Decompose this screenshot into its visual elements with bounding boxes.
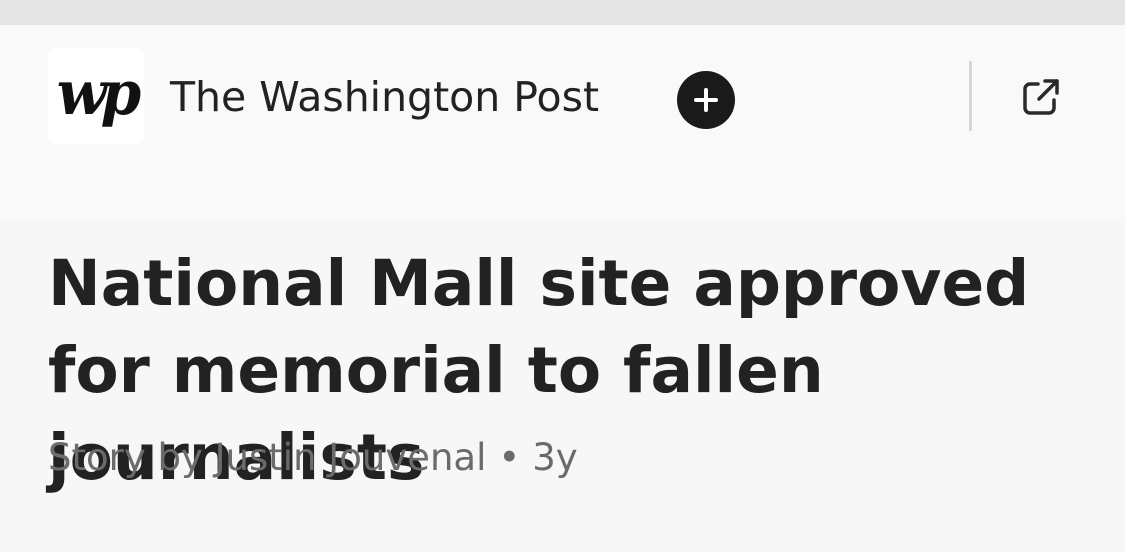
- byline-age: 3y: [532, 436, 578, 479]
- plus-icon: [694, 88, 718, 112]
- header-divider: [969, 61, 972, 131]
- publisher-logo[interactable]: wp: [48, 48, 144, 144]
- byline-author: Story by Justin Jouvenal: [48, 436, 487, 479]
- open-in-browser-button[interactable]: [1014, 72, 1066, 124]
- top-strip: [0, 0, 1125, 25]
- external-link-icon: [1023, 79, 1059, 115]
- follow-publisher-button[interactable]: [677, 71, 735, 129]
- publisher-name[interactable]: The Washington Post: [170, 71, 599, 123]
- byline-separator: •: [498, 436, 521, 479]
- publisher-logo-text: wp: [56, 57, 142, 129]
- article-byline: Story by Justin Jouvenal • 3y: [48, 432, 578, 484]
